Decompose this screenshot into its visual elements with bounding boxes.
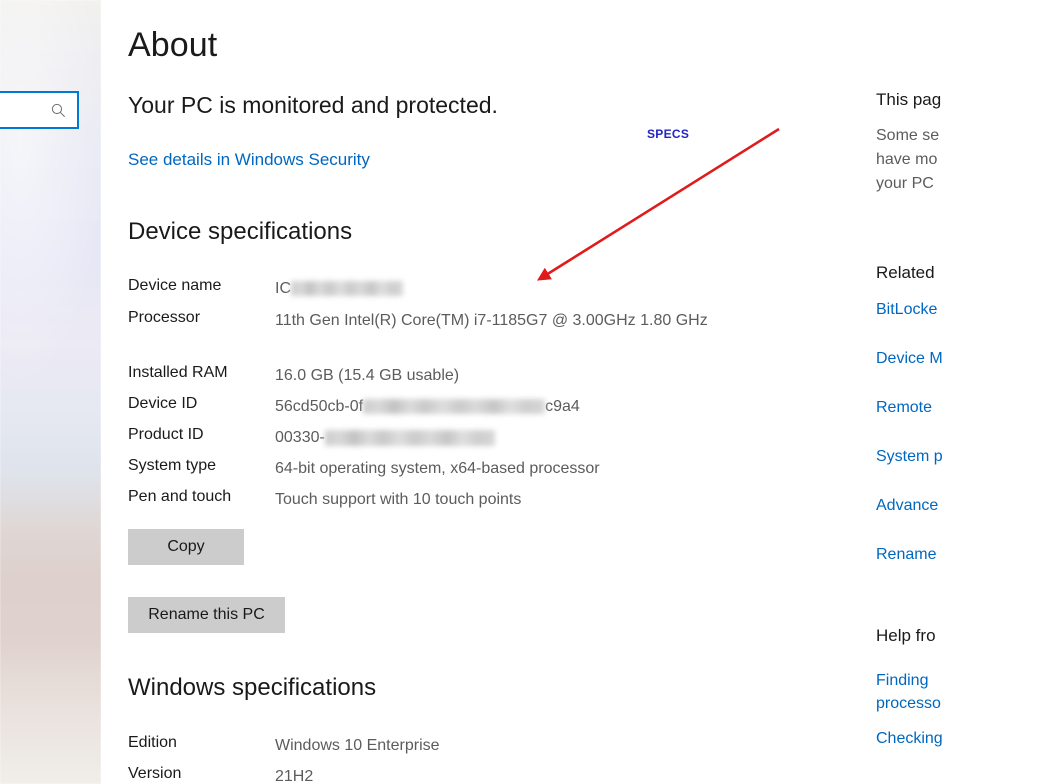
spec-value-pen-and-touch: Touch support with 10 touch points: [275, 491, 522, 508]
spec-value-product-id: 00330-: [275, 426, 755, 449]
related-link-remote-desktop[interactable]: Remote: [876, 396, 932, 419]
product-id-redaction: [324, 429, 495, 446]
spec-value-device-id: 56cd50cb-0f c9a4: [275, 395, 755, 418]
device-name-redaction: [291, 281, 403, 297]
related-link-system-protection[interactable]: System p: [876, 445, 942, 468]
spec-label-processor: Processor: [128, 309, 201, 326]
help-link-finding-processor-line-1[interactable]: Finding: [876, 669, 928, 692]
spec-label-version: Version: [128, 765, 182, 782]
copy-button[interactable]: Copy: [128, 529, 244, 565]
this-page-heading: This page: [876, 90, 942, 109]
related-settings-heading: Related: [876, 263, 935, 282]
related-link-rename-this-pc[interactable]: Rename: [876, 543, 936, 566]
help-link-finding-processor-line-2[interactable]: processo: [876, 692, 941, 715]
product-id-visible-prefix: 00330-: [275, 429, 325, 446]
page-title: About: [128, 26, 218, 64]
device-name-visible-prefix: IC: [275, 280, 291, 297]
device-id-visible-suffix: c9a4: [545, 398, 580, 415]
related-link-advanced-system-settings[interactable]: Advance: [876, 494, 938, 517]
this-page-body-line-2: have mo: [876, 151, 938, 168]
spec-label-edition: Edition: [128, 734, 177, 751]
spec-value-edition: Windows 10 Enterprise: [275, 737, 440, 754]
this-page-body-line-3: your PC: [876, 175, 934, 192]
rename-this-pc-button[interactable]: Rename this PC: [128, 597, 285, 633]
related-link-bitlocker[interactable]: BitLocke: [876, 298, 937, 321]
spec-value-processor: 11th Gen Intel(R) Core(TM) i7-1185G7 @ 3…: [275, 312, 708, 329]
device-id-visible-prefix: 56cd50cb-0f: [275, 398, 364, 415]
related-link-device-manager[interactable]: Device M: [876, 347, 942, 370]
device-specifications-heading: Device specifications: [128, 218, 353, 245]
windows-specifications-heading: Windows specifications: [128, 674, 377, 701]
spec-value-device-name: IC: [275, 277, 755, 300]
spec-label-device-name: Device name: [128, 277, 222, 294]
protection-status-text: Your PC is monitored and protected.: [128, 92, 498, 118]
spec-label-product-id: Product ID: [128, 426, 204, 443]
help-link-checking[interactable]: Checking: [876, 727, 942, 750]
search-input[interactable]: [0, 91, 79, 129]
windows-security-link[interactable]: See details in Windows Security: [128, 150, 370, 170]
this-page-body-line-1: Some se: [876, 127, 940, 144]
spec-label-installed-ram: Installed RAM: [128, 364, 228, 381]
help-from-web-heading: Help fro: [876, 626, 936, 645]
spec-value-system-type: 64-bit operating system, x64-based proce…: [275, 460, 600, 477]
spec-label-device-id: Device ID: [128, 395, 198, 412]
spec-label-system-type: System type: [128, 457, 217, 474]
spec-value-installed-ram: 16.0 GB (15.4 GB usable): [275, 367, 460, 384]
device-id-redaction: [363, 399, 546, 415]
related-settings-rail: This page Some se have mo your PC Relate…: [876, 0, 942, 784]
spec-value-version: 21H2: [275, 768, 314, 784]
search-icon[interactable]: [50, 102, 67, 119]
spec-label-pen-and-touch: Pen and touch: [128, 488, 232, 505]
